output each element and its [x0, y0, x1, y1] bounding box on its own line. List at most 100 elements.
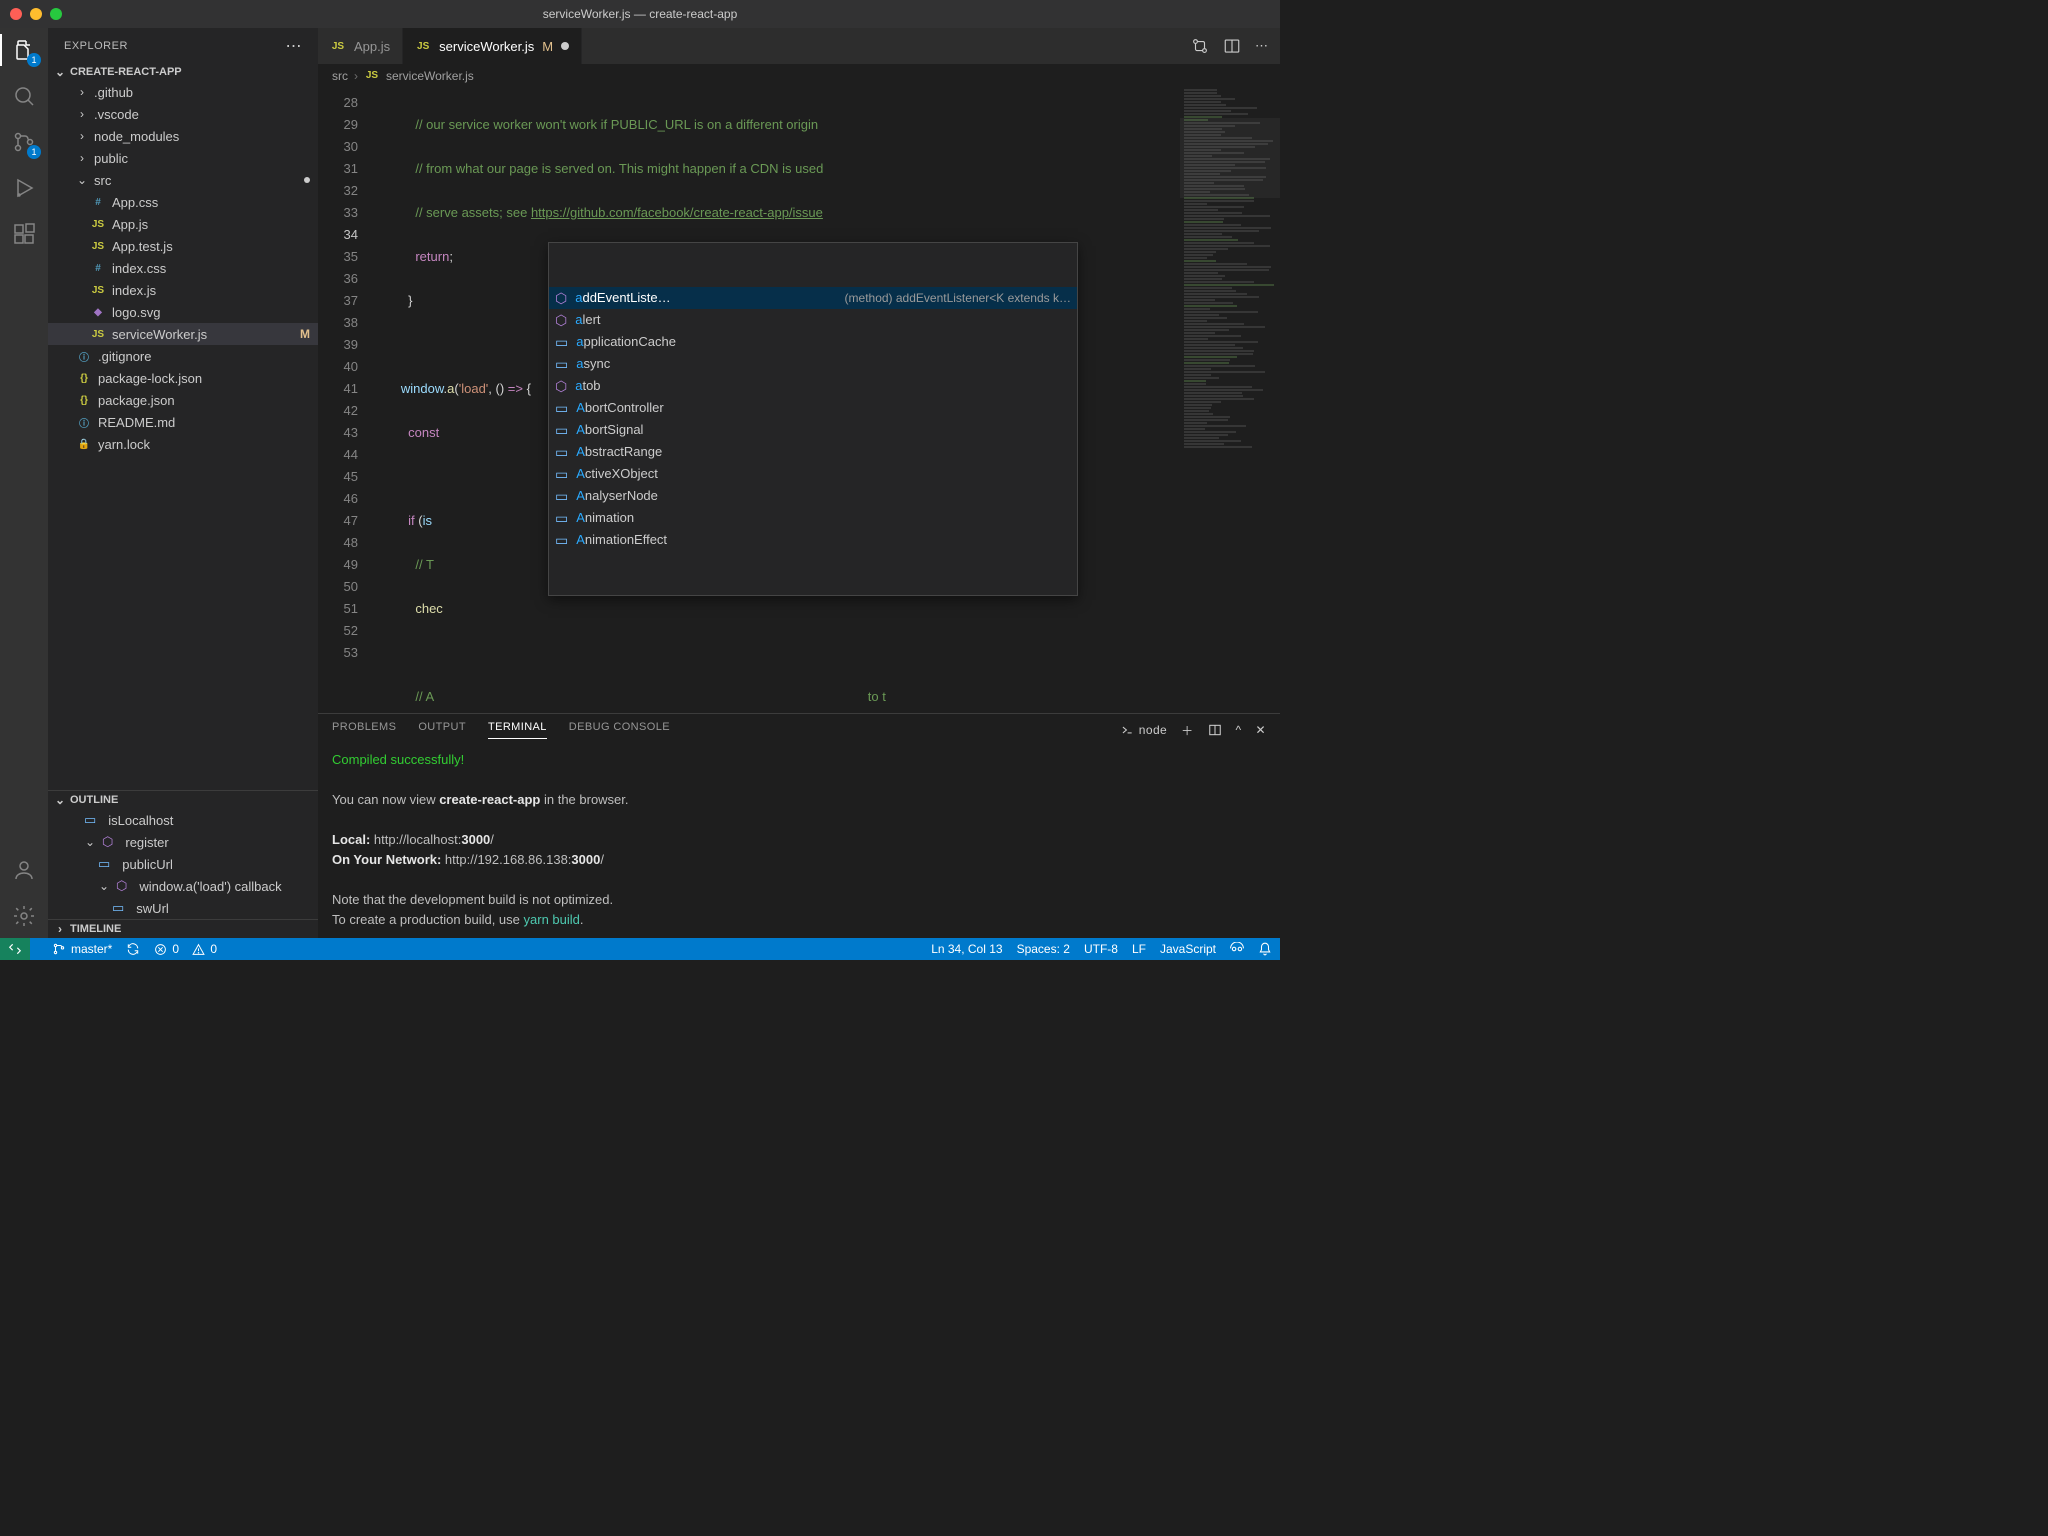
maximize-window-button[interactable] — [50, 8, 62, 20]
terminal-picker[interactable]: node — [1120, 723, 1167, 737]
suggest-item[interactable]: ▭Animation — [549, 507, 1077, 529]
close-panel-icon[interactable]: ✕ — [1256, 723, 1266, 737]
tab-App.js[interactable]: JSApp.js — [318, 28, 403, 64]
dirty-indicator-icon — [304, 177, 310, 183]
editor-more-icon[interactable]: ⋯ — [1255, 38, 1268, 54]
panel-tab-problems[interactable]: PROBLEMS — [332, 721, 396, 739]
activity-extensions-icon[interactable] — [10, 220, 38, 248]
panel-tab-output[interactable]: OUTPUT — [418, 721, 466, 739]
file-package-lock.json[interactable]: {}package-lock.json — [48, 367, 318, 389]
activity-debug-icon[interactable] — [10, 174, 38, 202]
outline-section[interactable]: ⌄OUTLINE — [48, 790, 318, 809]
tree-item-label: App.test.js — [112, 239, 173, 254]
activity-explorer-icon[interactable]: 1 — [10, 36, 38, 64]
outline-item[interactable]: ▭swUrl — [48, 897, 318, 919]
minimap[interactable] — [1180, 88, 1280, 713]
maximize-panel-icon[interactable]: ^ — [1236, 723, 1242, 737]
suggest-label: AbortController — [576, 397, 663, 419]
remote-indicator[interactable] — [0, 938, 30, 960]
activity-scm-icon[interactable]: 1 — [10, 128, 38, 156]
compare-changes-icon[interactable] — [1191, 37, 1209, 55]
cursor-position[interactable]: Ln 34, Col 13 — [931, 942, 1002, 956]
file-index.css[interactable]: #index.css — [48, 257, 318, 279]
outline-item[interactable]: ⌄⬡register — [48, 831, 318, 853]
brace-file-icon: {} — [76, 392, 92, 408]
suggest-item[interactable]: ▭AnalyserNode — [549, 485, 1077, 507]
panel-tab-terminal[interactable]: TERMINAL — [488, 721, 547, 739]
file-serviceWorker.js[interactable]: JSserviceWorker.jsM — [48, 323, 318, 345]
outline-item[interactable]: ▭publicUrl — [48, 853, 318, 875]
intellisense-popup[interactable]: ⬡addEventListe…(method) addEventListener… — [548, 242, 1078, 596]
file-index.js[interactable]: JSindex.js — [48, 279, 318, 301]
lock-file-icon: 🔒 — [76, 436, 92, 452]
file-App.js[interactable]: JSApp.js — [48, 213, 318, 235]
panel-tabs: PROBLEMS OUTPUT TERMINAL DEBUG CONSOLE node… — [318, 714, 1280, 746]
suggest-item[interactable]: ▭AbstractRange — [549, 441, 1077, 463]
minimize-window-button[interactable] — [30, 8, 42, 20]
chevron-icon: › — [76, 151, 88, 165]
encoding[interactable]: UTF-8 — [1084, 942, 1118, 956]
folder-.github[interactable]: ›.github — [48, 81, 318, 103]
problems-indicator[interactable]: 0 0 — [154, 942, 217, 956]
suggest-item[interactable]: ⬡addEventListe…(method) addEventListener… — [549, 287, 1077, 309]
suggest-item[interactable]: ▭applicationCache — [549, 331, 1077, 353]
timeline-section[interactable]: ›TIMELINE — [48, 919, 318, 938]
terminal-output[interactable]: Compiled successfully! You can now view … — [318, 746, 1280, 938]
timeline-title: TIMELINE — [70, 923, 121, 935]
breadcrumb-item[interactable]: src — [332, 69, 348, 83]
suggest-item[interactable]: ⬡alert — [549, 309, 1077, 331]
tab-serviceWorker.js[interactable]: JSserviceWorker.jsM — [403, 28, 582, 64]
suggest-item[interactable]: ▭ActiveXObject — [549, 463, 1077, 485]
suggest-item[interactable]: ⬡atob — [549, 375, 1077, 397]
chevron-icon: ⌄ — [84, 835, 96, 849]
close-window-button[interactable] — [10, 8, 22, 20]
chevron-icon: ⌄ — [98, 879, 110, 893]
suggest-item[interactable]: ▭AnimationEffect — [549, 529, 1077, 551]
folder-src[interactable]: ⌄src — [48, 169, 318, 191]
tree-item-label: App.css — [112, 195, 158, 210]
activity-account-icon[interactable] — [10, 856, 38, 884]
folder-.vscode[interactable]: ›.vscode — [48, 103, 318, 125]
minimap-viewport[interactable] — [1180, 118, 1280, 198]
file-App.css[interactable]: #App.css — [48, 191, 318, 213]
suggest-item[interactable]: ▭AbortSignal — [549, 419, 1077, 441]
file-README.md[interactable]: ⓘREADME.md — [48, 411, 318, 433]
file-logo.svg[interactable]: ◆logo.svg — [48, 301, 318, 323]
notifications-icon[interactable] — [1258, 942, 1272, 956]
activity-search-icon[interactable] — [10, 82, 38, 110]
project-root[interactable]: ⌄CREATE-REACT-APP — [48, 63, 318, 81]
panel-tab-debug-console[interactable]: DEBUG CONSOLE — [569, 721, 670, 739]
new-terminal-icon[interactable]: ＋ — [1181, 722, 1193, 739]
folder-node_modules[interactable]: ›node_modules — [48, 125, 318, 147]
breadcrumb[interactable]: src › JS serviceWorker.js — [318, 64, 1280, 88]
bottom-panel: PROBLEMS OUTPUT TERMINAL DEBUG CONSOLE node… — [318, 713, 1280, 938]
eol[interactable]: LF — [1132, 942, 1146, 956]
split-terminal-icon[interactable] — [1208, 723, 1222, 737]
activity-bar: 1 1 — [0, 28, 48, 938]
suggest-label: atob — [575, 375, 600, 397]
outline-label: isLocalhost — [108, 813, 173, 828]
file-package.json[interactable]: {}package.json — [48, 389, 318, 411]
file-yarn.lock[interactable]: 🔒yarn.lock — [48, 433, 318, 455]
breadcrumb-item[interactable]: serviceWorker.js — [386, 69, 474, 83]
suggest-item[interactable]: ▭async — [549, 353, 1077, 375]
split-editor-icon[interactable] — [1223, 37, 1241, 55]
sidebar-more-icon[interactable]: ⋯ — [286, 36, 303, 56]
folder-public[interactable]: ›public — [48, 147, 318, 169]
file-App.test.js[interactable]: JSApp.test.js — [48, 235, 318, 257]
git-branch[interactable]: master* — [52, 942, 112, 956]
outline-item[interactable]: ▭isLocalhost — [48, 809, 318, 831]
tree-item-label: App.js — [112, 217, 148, 232]
file-.gitignore[interactable]: ⓘ.gitignore — [48, 345, 318, 367]
sync-button[interactable] — [126, 942, 140, 956]
suggest-item[interactable]: ▭AbortController — [549, 397, 1077, 419]
language-mode[interactable]: JavaScript — [1160, 942, 1216, 956]
feedback-icon[interactable] — [1230, 942, 1244, 956]
outline-item[interactable]: ⌄⬡window.a('load') callback — [48, 875, 318, 897]
activity-settings-icon[interactable] — [10, 902, 38, 930]
indentation[interactable]: Spaces: 2 — [1017, 942, 1070, 956]
editor[interactable]: 2829303132333435363738394041424344454647… — [318, 88, 1280, 713]
outline-label: window.a('load') callback — [139, 879, 281, 894]
code-area[interactable]: // our service worker won't work if PUBL… — [368, 88, 1180, 713]
chevron-icon: › — [76, 85, 88, 99]
